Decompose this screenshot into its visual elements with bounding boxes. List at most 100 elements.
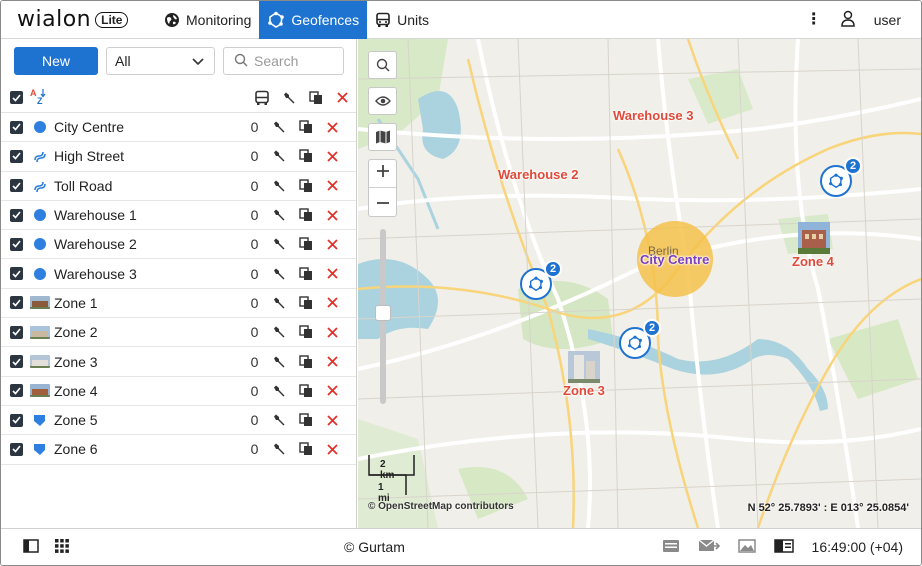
toggle-panel-icon[interactable]	[23, 538, 39, 556]
copy-icon[interactable]	[292, 354, 319, 369]
list-item[interactable]: Zone 4 0	[1, 377, 356, 406]
delete-icon[interactable]	[319, 327, 346, 338]
wrench-icon[interactable]	[265, 120, 292, 134]
wrench-icon[interactable]	[265, 237, 292, 251]
list-item[interactable]: Zone 1 0	[1, 289, 356, 319]
geofence-name[interactable]: Warehouse 1	[54, 207, 244, 223]
wrench-icon[interactable]	[275, 91, 302, 105]
delete-icon[interactable]	[319, 122, 346, 133]
wrench-icon[interactable]	[265, 296, 292, 310]
row-checkbox[interactable]	[10, 384, 23, 398]
delete-icon[interactable]	[319, 356, 346, 367]
delete-icon[interactable]	[329, 92, 356, 103]
bus-icon[interactable]	[248, 90, 275, 106]
map-view[interactable]: Berlin Warehouse 3 Warehouse 2 City Cent…	[358, 39, 921, 528]
filter-select[interactable]: All	[106, 47, 215, 75]
copy-icon[interactable]	[292, 237, 319, 251]
row-checkbox[interactable]	[10, 413, 23, 427]
copy-icon[interactable]	[292, 442, 319, 456]
geofence-name[interactable]: Zone 6	[54, 441, 244, 457]
copy-icon[interactable]	[292, 413, 319, 427]
copy-icon[interactable]	[302, 90, 329, 105]
user-name[interactable]: user	[874, 12, 901, 28]
tab-geofences[interactable]: Geofences	[259, 1, 368, 39]
row-checkbox[interactable]	[10, 267, 23, 281]
image-icon[interactable]	[737, 538, 756, 556]
geofence-name[interactable]: Zone 4	[54, 383, 244, 399]
zone3-map-label[interactable]: Zone 3	[563, 383, 605, 398]
row-checkbox[interactable]	[10, 355, 23, 369]
row-checkbox[interactable]	[10, 149, 23, 163]
wrench-icon[interactable]	[265, 179, 292, 193]
list-item[interactable]: Toll Road 0	[1, 172, 356, 201]
delete-icon[interactable]	[319, 414, 346, 426]
wrench-icon[interactable]	[265, 413, 292, 427]
copy-icon[interactable]	[292, 208, 319, 222]
geofence-name[interactable]: Zone 1	[54, 295, 244, 311]
delete-icon[interactable]	[319, 297, 346, 309]
geofence-name[interactable]: Zone 5	[54, 412, 244, 428]
copy-icon[interactable]	[292, 296, 319, 310]
select-all-checkbox[interactable]	[10, 91, 23, 104]
row-checkbox[interactable]	[10, 120, 23, 134]
wrench-icon[interactable]	[265, 384, 292, 398]
row-checkbox[interactable]	[10, 325, 23, 339]
map-layers-button[interactable]	[368, 123, 397, 151]
wrench-icon[interactable]	[265, 267, 292, 281]
delete-icon[interactable]	[319, 209, 346, 221]
delete-icon[interactable]	[319, 180, 346, 191]
zone3-photo-marker[interactable]	[568, 351, 600, 383]
sort-az-icon[interactable]: AZ	[29, 87, 47, 108]
apps-grid-icon[interactable]	[55, 538, 69, 556]
row-checkbox[interactable]	[10, 442, 23, 456]
map-search-button[interactable]	[368, 51, 397, 79]
geofence-name[interactable]: Toll Road	[54, 178, 244, 194]
unit-cluster-marker[interactable]: 2	[520, 260, 562, 300]
geofence-name[interactable]: High Street	[54, 148, 244, 164]
zone4-map-label[interactable]: Zone 4	[792, 254, 834, 269]
copy-icon[interactable]	[292, 266, 319, 281]
copy-icon[interactable]	[292, 149, 319, 163]
list-item[interactable]: City Centre 0	[1, 113, 356, 143]
user-icon[interactable]	[840, 10, 856, 30]
zone4-photo-marker[interactable]	[798, 222, 830, 254]
delete-icon[interactable]	[319, 385, 346, 396]
zoom-out-icon[interactable]	[376, 196, 389, 212]
list-item[interactable]: High Street 0	[1, 142, 356, 172]
search-input[interactable]	[254, 53, 339, 69]
copy-icon[interactable]	[292, 384, 319, 398]
geofence-name[interactable]: Zone 2	[54, 324, 244, 340]
wrench-icon[interactable]	[265, 208, 292, 222]
copy-icon[interactable]	[292, 179, 319, 193]
delete-icon[interactable]	[319, 239, 346, 250]
copy-icon[interactable]	[292, 120, 319, 134]
delete-icon[interactable]	[319, 151, 346, 162]
delete-icon[interactable]	[319, 444, 346, 455]
wrench-icon[interactable]	[265, 325, 292, 339]
unit-cluster-marker[interactable]: 2	[619, 319, 661, 359]
list-item[interactable]: Zone 6 0	[1, 435, 356, 465]
wialon-logo[interactable]: wialon Lite	[1, 1, 156, 39]
list-item[interactable]: Warehouse 2 0	[1, 230, 356, 260]
delete-icon[interactable]	[319, 268, 346, 279]
notifications-icon[interactable]	[662, 539, 680, 556]
wrench-icon[interactable]	[265, 149, 292, 163]
row-checkbox[interactable]	[10, 208, 23, 222]
map-visibility-button[interactable]	[368, 87, 397, 115]
list-item[interactable]: Zone 3 0	[1, 347, 356, 377]
wrench-icon[interactable]	[265, 442, 292, 456]
geofence-name[interactable]: City Centre	[54, 119, 244, 135]
list-item[interactable]: Zone 5 0	[1, 406, 356, 436]
geofence-name[interactable]: Zone 3	[54, 354, 244, 370]
geofence-name[interactable]: Warehouse 2	[54, 236, 244, 252]
row-checkbox[interactable]	[10, 296, 23, 310]
list-item[interactable]: Zone 2 0	[1, 318, 356, 348]
list-item[interactable]: Warehouse 1 0	[1, 201, 356, 231]
search-box[interactable]	[223, 47, 344, 75]
zoom-slider-handle[interactable]	[375, 305, 391, 321]
more-menu-icon[interactable]: ⋮	[806, 11, 822, 28]
row-checkbox[interactable]	[10, 179, 23, 193]
city-centre-map-label[interactable]: City Centre	[640, 252, 709, 267]
layout-icon[interactable]	[773, 538, 794, 556]
geofence-name[interactable]: Warehouse 3	[54, 266, 244, 282]
